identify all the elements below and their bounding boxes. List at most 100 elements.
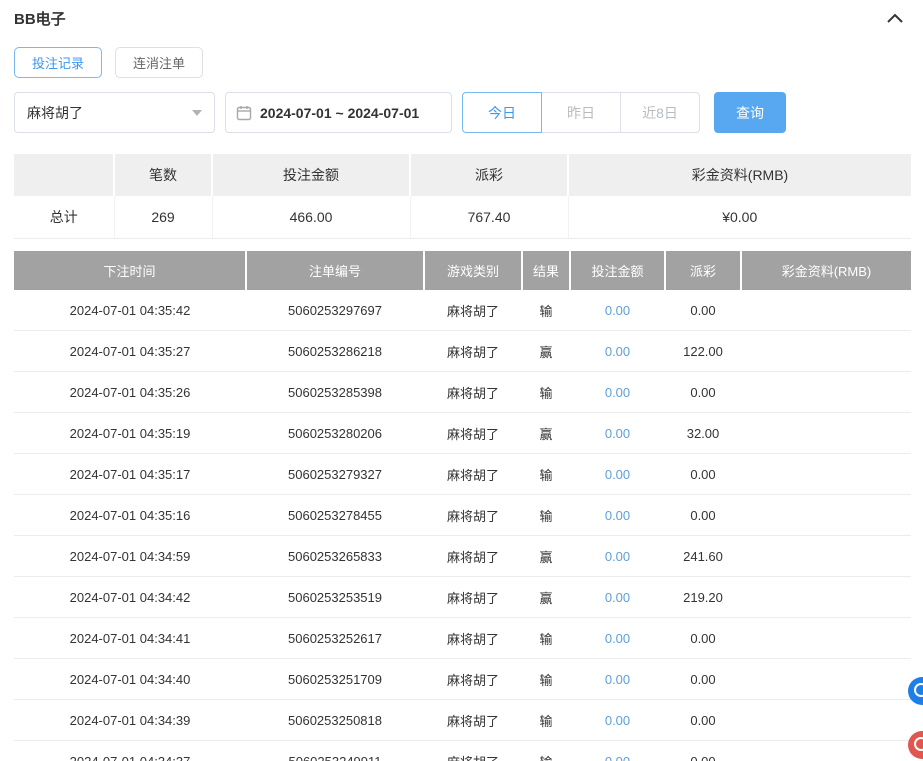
table-row: 2024-07-01 04:35:425060253297697麻将胡了输0.0… [14,290,911,331]
header-result: 结果 [522,251,570,290]
bet-time-cell: 2024-07-01 04:34:39 [14,700,246,741]
bonus-cell [741,577,911,618]
tab-bet-records[interactable]: 投注记录 [14,47,102,78]
summary-total-count: 269 [114,196,212,239]
bet-amount-cell: 0.00 [570,454,665,495]
bet-time-cell: 2024-07-01 04:35:42 [14,290,246,331]
bet-amount-link[interactable]: 0.00 [605,754,630,761]
bet-time-cell: 2024-07-01 04:34:59 [14,536,246,577]
table-row: 2024-07-01 04:34:425060253253519麻将胡了赢0.0… [14,577,911,618]
bet-amount-cell: 0.00 [570,372,665,413]
payout-cell: 0.00 [665,618,741,659]
bet-table-header-row: 下注时间 注单编号 游戏类别 结果 投注金额 派彩 彩金资料(RMB) [14,251,911,290]
bet-amount-link[interactable]: 0.00 [605,590,630,605]
table-row: 2024-07-01 04:35:165060253278455麻将胡了输0.0… [14,495,911,536]
bet-time-cell: 2024-07-01 04:35:17 [14,454,246,495]
bonus-cell [741,536,911,577]
search-button[interactable]: 查询 [714,92,786,133]
bet-table-body: 2024-07-01 04:35:425060253297697麻将胡了输0.0… [14,290,911,761]
bet-amount-link[interactable]: 0.00 [605,631,630,646]
bonus-cell [741,290,911,331]
bet-amount-link[interactable]: 0.00 [605,303,630,318]
calendar-icon [236,105,252,121]
bet-amount-link[interactable]: 0.00 [605,549,630,564]
bonus-cell [741,700,911,741]
payout-cell: 0.00 [665,372,741,413]
summary-header-count: 笔数 [114,154,212,196]
bet-amount-link[interactable]: 0.00 [605,344,630,359]
date-range-input[interactable]: 2024-07-01 ~ 2024-07-01 [225,92,452,133]
payout-cell: 219.20 [665,577,741,618]
game-type-cell: 麻将胡了 [424,618,522,659]
date-range-value: 2024-07-01 ~ 2024-07-01 [260,105,419,121]
bet-time-cell: 2024-07-01 04:35:16 [14,495,246,536]
quick-today-button[interactable]: 今日 [462,92,542,133]
bonus-cell [741,454,911,495]
quick-last8days-button[interactable]: 近8日 [620,92,700,133]
order-id-cell: 5060253251709 [246,659,424,700]
bet-amount-cell: 0.00 [570,618,665,659]
game-select-value: 麻将胡了 [27,103,83,123]
table-row: 2024-07-01 04:34:375060253249911麻将胡了输0.0… [14,741,911,761]
bet-amount-cell: 0.00 [570,659,665,700]
summary-header-bet-amount: 投注金额 [212,154,410,196]
order-id-cell: 5060253265833 [246,536,424,577]
header-bonus: 彩金资料(RMB) [741,251,911,290]
result-cell: 输 [522,454,570,495]
bet-records-table: 下注时间 注单编号 游戏类别 结果 投注金额 派彩 彩金资料(RMB) 2024… [14,251,911,761]
order-id-cell: 5060253250818 [246,700,424,741]
bonus-cell [741,741,911,761]
table-row: 2024-07-01 04:34:595060253265833麻将胡了赢 0.0… [14,536,911,577]
bet-amount-link[interactable]: 0.00 [605,385,630,400]
bet-amount-cell: 0.00 [570,577,665,618]
bet-amount-link[interactable]: 0.00 [605,508,630,523]
tab-cascade-orders[interactable]: 连消注单 [115,47,203,78]
summary-header-payout: 派彩 [410,154,568,196]
result-cell: 输 [522,659,570,700]
result-cell: 输 [522,372,570,413]
game-type-cell: 麻将胡了 [424,741,522,761]
payout-cell: 241.60 [665,536,741,577]
summary-table: 笔数 投注金额 派彩 彩金资料(RMB) 总计 269 466.00 767.4… [14,154,911,239]
bonus-cell [741,495,911,536]
filter-bar: 麻将胡了 2024-07-01 ~ 2024-07-01 今日 昨日 近8日 查… [14,92,911,133]
header-game-type: 游戏类别 [424,251,522,290]
payout-cell: 0.00 [665,700,741,741]
order-id-cell: 5060253253519 [246,577,424,618]
bet-amount-link[interactable]: 0.00 [605,426,630,441]
game-type-cell: 麻将胡了 [424,290,522,331]
chevron-up-icon[interactable] [887,13,903,23]
order-id-cell: 5060253286218 [246,331,424,372]
header-payout: 派彩 [665,251,741,290]
bonus-cell [741,413,911,454]
bet-amount-cell: 0.00 [570,700,665,741]
bet-amount-link[interactable]: 0.00 [605,467,630,482]
order-id-cell: 5060253249911 [246,741,424,761]
quick-yesterday-button[interactable]: 昨日 [541,92,621,133]
bonus-cell [741,372,911,413]
payout-cell: 0.00 [665,495,741,536]
bet-amount-link[interactable]: 0.00 [605,713,630,728]
result-cell: 赢 [522,536,570,577]
table-row: 2024-07-01 04:34:395060253250818麻将胡了输0.0… [14,700,911,741]
result-cell: 输 [522,618,570,659]
bonus-cell [741,618,911,659]
bet-time-cell: 2024-07-01 04:35:27 [14,331,246,372]
game-type-cell: 麻将胡了 [424,454,522,495]
order-id-cell: 5060253280206 [246,413,424,454]
game-select[interactable]: 麻将胡了 [14,92,215,133]
table-row: 2024-07-01 04:35:265060253285398麻将胡了输0.0… [14,372,911,413]
header-bet-time: 下注时间 [14,251,246,290]
summary-total-payout: 767.40 [410,196,568,239]
result-cell: 输 [522,700,570,741]
bet-amount-link[interactable]: 0.00 [605,672,630,687]
game-type-cell: 麻将胡了 [424,495,522,536]
game-type-cell: 麻将胡了 [424,577,522,618]
bonus-cell [741,659,911,700]
bet-amount-cell: 0.00 [570,741,665,761]
game-type-cell: 麻将胡了 [424,536,522,577]
bet-time-cell: 2024-07-01 04:34:40 [14,659,246,700]
payout-cell: 0.00 [665,454,741,495]
payout-cell: 0.00 [665,659,741,700]
summary-total-label: 总计 [14,196,114,239]
